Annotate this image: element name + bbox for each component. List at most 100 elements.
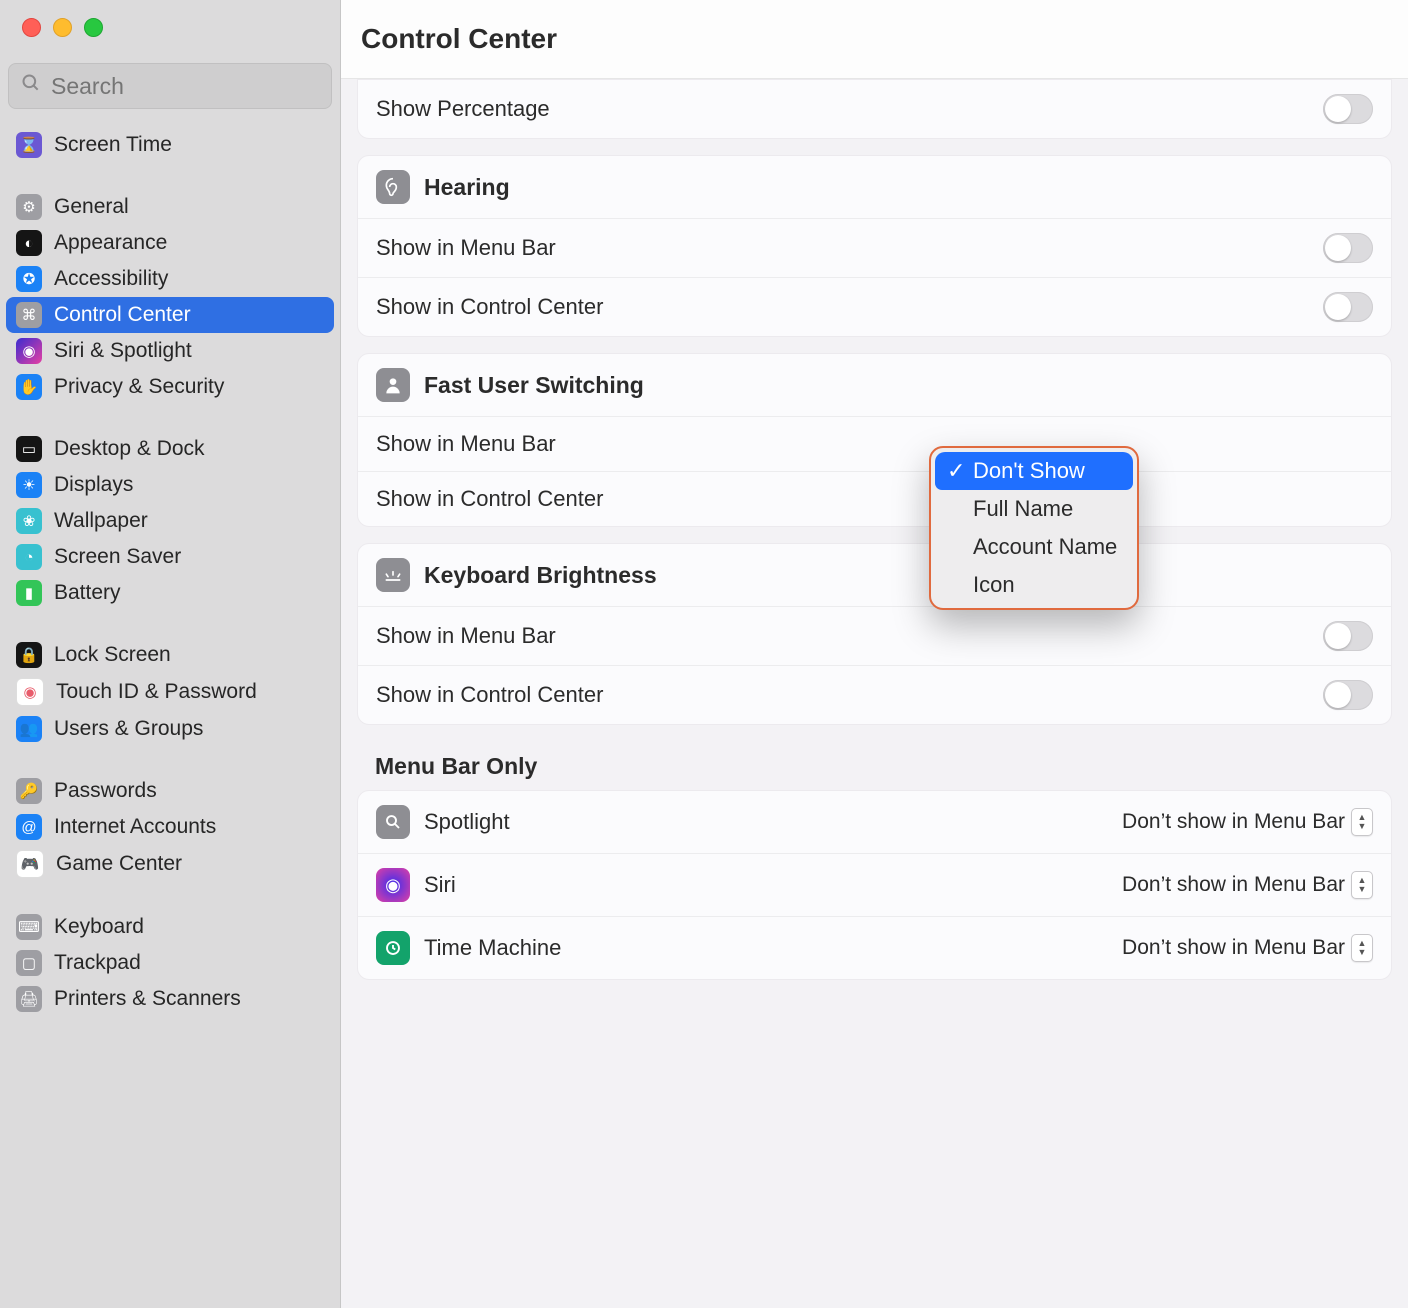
user-circle-icon	[376, 368, 410, 402]
row-label: Show Percentage	[376, 96, 550, 122]
dropdown-option-icon[interactable]: Icon	[935, 566, 1133, 604]
toggle-hearing-cc[interactable]	[1323, 292, 1373, 322]
sidebar-item-label: Privacy & Security	[54, 375, 224, 399]
fingerprint-icon: ◉	[16, 678, 44, 706]
sidebar-item-screen-saver[interactable]: ◔ Screen Saver	[6, 539, 334, 575]
sidebar-item-screen-time[interactable]: ⌛ Screen Time	[6, 127, 334, 163]
wallpaper-icon: ❀	[16, 508, 42, 534]
search-input[interactable]	[49, 72, 319, 101]
sidebar-item-label: Screen Time	[54, 133, 172, 157]
sidebar-item-privacy-security[interactable]: ✋ Privacy & Security	[6, 369, 334, 405]
scroll-pane[interactable]: Show Percentage Hearing Show in Menu Bar	[341, 79, 1408, 1308]
keyboard-brightness-card: Keyboard Brightness Show in Menu Bar Sho…	[357, 543, 1392, 725]
option-label: Icon	[973, 572, 1015, 598]
sidebar-item-battery[interactable]: ▮ Battery	[6, 575, 334, 611]
popup-value: Don’t show in Menu Bar	[1122, 810, 1345, 834]
fus-header: Fast User Switching	[358, 354, 1391, 416]
popup-siri[interactable]: Don’t show in Menu Bar ▲▼	[1122, 871, 1373, 899]
sidebar-item-label: Users & Groups	[54, 717, 203, 741]
sidebar-item-label: Accessibility	[54, 267, 168, 291]
desktop-icon: ▭	[16, 436, 42, 462]
row-label: Siri	[424, 872, 1108, 898]
card-title: Keyboard Brightness	[424, 562, 657, 589]
sidebar-item-label: Appearance	[54, 231, 167, 255]
sidebar-item-internet-accounts[interactable]: @ Internet Accounts	[6, 809, 334, 845]
hearing-header: Hearing	[358, 156, 1391, 218]
fus-menubar-dropdown[interactable]: ✓ Don't Show Full Name Account Name Icon	[929, 446, 1139, 610]
sidebar: ⌛ Screen Time ⚙ General ◐ Appearance ✪ A…	[0, 0, 341, 1308]
sidebar-item-accessibility[interactable]: ✪ Accessibility	[6, 261, 334, 297]
popup-value: Don’t show in Menu Bar	[1122, 936, 1345, 960]
lock-icon: 🔒	[16, 642, 42, 668]
battery-icon: ▮	[16, 580, 42, 606]
option-label: Full Name	[973, 496, 1073, 522]
minimize-window-button[interactable]	[53, 18, 72, 37]
toggle-kb-menubar[interactable]	[1323, 621, 1373, 651]
close-window-button[interactable]	[22, 18, 41, 37]
sidebar-item-label: Trackpad	[54, 951, 141, 975]
popup-spotlight[interactable]: Don’t show in Menu Bar ▲▼	[1122, 808, 1373, 836]
game-center-icon: 🎮	[16, 850, 44, 878]
sidebar-item-game-center[interactable]: 🎮 Game Center	[6, 845, 334, 883]
sidebar-item-label: Control Center	[54, 303, 191, 327]
sidebar-item-passwords[interactable]: 🔑 Passwords	[6, 773, 334, 809]
checkmark-icon: ✓	[947, 458, 965, 484]
popup-value: Don’t show in Menu Bar	[1122, 873, 1345, 897]
time-machine-icon	[376, 931, 410, 965]
hourglass-icon: ⌛	[16, 132, 42, 158]
sidebar-item-wallpaper[interactable]: ❀ Wallpaper	[6, 503, 334, 539]
sidebar-item-printers-scanners[interactable]: 🖨 Printers & Scanners	[6, 981, 334, 1017]
control-center-icon: ⌘	[16, 302, 42, 328]
sidebar-item-keyboard[interactable]: ⌨ Keyboard	[6, 909, 334, 945]
users-icon: 👥	[16, 716, 42, 742]
menu-bar-only-title: Menu Bar Only	[375, 753, 1392, 780]
printer-icon: 🖨	[16, 986, 42, 1012]
search-field[interactable]	[8, 63, 332, 109]
sidebar-item-label: Passwords	[54, 779, 157, 803]
row-label: Time Machine	[424, 935, 1108, 961]
sidebar-item-desktop-dock[interactable]: ▭ Desktop & Dock	[6, 431, 334, 467]
sidebar-item-siri-spotlight[interactable]: ◉ Siri & Spotlight	[6, 333, 334, 369]
dropdown-option-dont-show[interactable]: ✓ Don't Show	[935, 452, 1133, 490]
zoom-window-button[interactable]	[84, 18, 103, 37]
sidebar-item-label: Wallpaper	[54, 509, 148, 533]
menu-bar-only-card: Spotlight Don’t show in Menu Bar ▲▼ ◉ Si…	[357, 790, 1392, 980]
sidebar-item-label: Lock Screen	[54, 643, 171, 667]
at-icon: @	[16, 814, 42, 840]
trackpad-icon: ▢	[16, 950, 42, 976]
gear-icon: ⚙	[16, 194, 42, 220]
sidebar-item-label: Displays	[54, 473, 133, 497]
sidebar-item-users-groups[interactable]: 👥 Users & Groups	[6, 711, 334, 747]
hand-icon: ✋	[16, 374, 42, 400]
dropdown-option-account-name[interactable]: Account Name	[935, 528, 1133, 566]
battery-card: Show Percentage	[357, 79, 1392, 139]
row-label: Show in Menu Bar	[376, 623, 556, 649]
row-label: Spotlight	[424, 809, 1108, 835]
page-title: Control Center	[361, 23, 557, 55]
sidebar-item-trackpad[interactable]: ▢ Trackpad	[6, 945, 334, 981]
row-hearing-cc: Show in Control Center	[358, 277, 1391, 336]
card-title: Fast User Switching	[424, 372, 644, 399]
keyboard-icon: ⌨	[16, 914, 42, 940]
sidebar-item-displays[interactable]: ☀ Displays	[6, 467, 334, 503]
search-icon	[21, 73, 41, 99]
sidebar-item-lock-screen[interactable]: 🔒 Lock Screen	[6, 637, 334, 673]
toggle-show-percentage[interactable]	[1323, 94, 1373, 124]
sidebar-item-appearance[interactable]: ◐ Appearance	[6, 225, 334, 261]
kb-header: Keyboard Brightness	[358, 544, 1391, 606]
stepper-icon: ▲▼	[1351, 934, 1373, 962]
row-kb-menubar: Show in Menu Bar	[358, 606, 1391, 665]
row-show-percentage: Show Percentage	[358, 80, 1391, 138]
stepper-icon: ▲▼	[1351, 808, 1373, 836]
screen-saver-icon: ◔	[16, 544, 42, 570]
sidebar-item-control-center[interactable]: ⌘ Control Center	[6, 297, 334, 333]
sidebar-item-general[interactable]: ⚙ General	[6, 189, 334, 225]
row-label: Show in Control Center	[376, 682, 603, 708]
key-icon: 🔑	[16, 778, 42, 804]
popup-time-machine[interactable]: Don’t show in Menu Bar ▲▼	[1122, 934, 1373, 962]
sidebar-item-touch-id[interactable]: ◉ Touch ID & Password	[6, 673, 334, 711]
content: Control Center Show Percentage Hearing	[341, 0, 1408, 1308]
toggle-hearing-menubar[interactable]	[1323, 233, 1373, 263]
dropdown-option-full-name[interactable]: Full Name	[935, 490, 1133, 528]
toggle-kb-cc[interactable]	[1323, 680, 1373, 710]
